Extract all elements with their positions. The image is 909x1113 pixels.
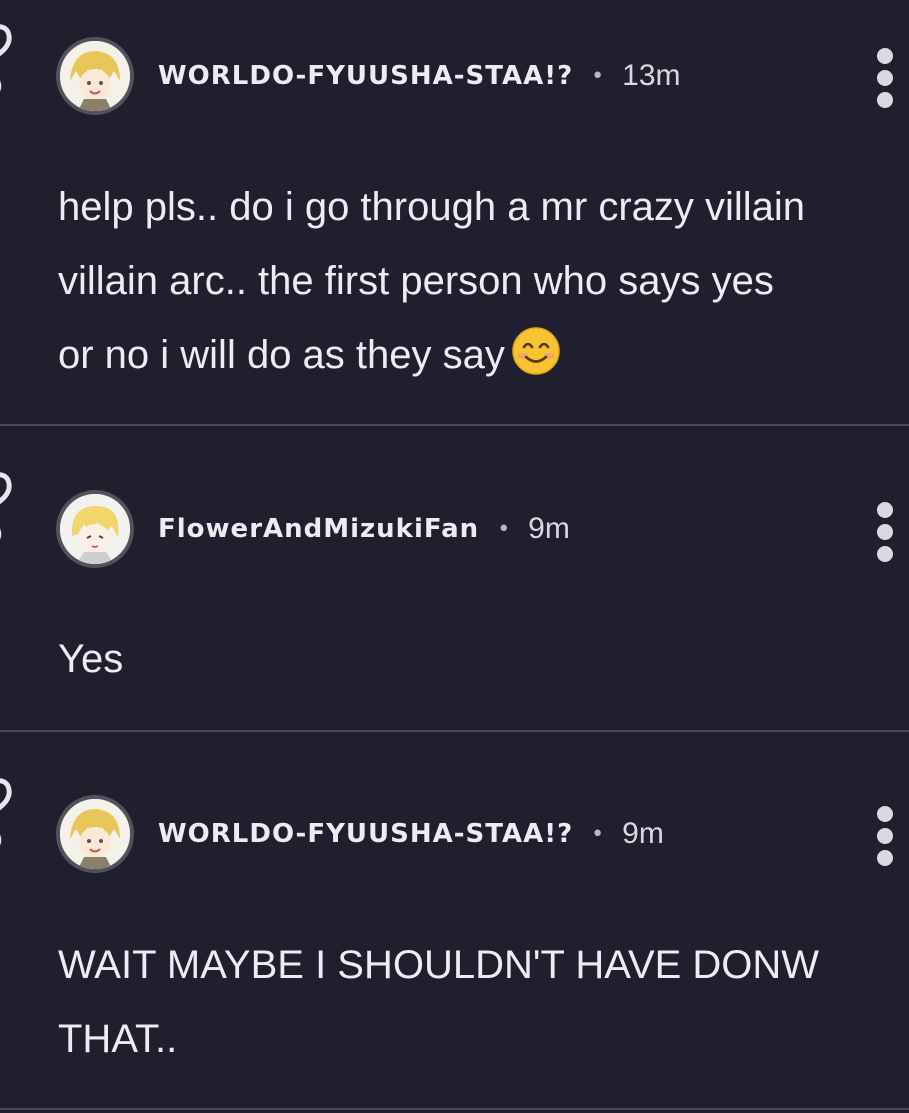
avatar[interactable] [56, 37, 134, 115]
comment-body: help pls.. do i go through a mr crazy vi… [58, 170, 908, 392]
comment-body: Yes [58, 622, 908, 696]
comment-feed: WORLDO-FYUUSHA-STAA!? • 13m help pls.. d… [0, 0, 909, 1113]
vote-arrow-icon[interactable] [0, 776, 20, 856]
timestamp: 9m [622, 817, 664, 850]
more-vertical-icon[interactable] [871, 502, 899, 562]
comment-text: help pls.. do i go through a mr crazy vi… [58, 185, 806, 377]
comment-text: Yes [58, 637, 124, 681]
vote-arrow-icon[interactable] [0, 470, 20, 550]
author-name[interactable]: WORLDO-FYUUSHA-STAA!? [158, 819, 573, 849]
divider [0, 1108, 909, 1110]
comment-post: WORLDO-FYUUSHA-STAA!? • 9m WAIT MAYBE I … [0, 732, 909, 1108]
separator-dot: • [591, 63, 605, 89]
more-vertical-icon[interactable] [871, 48, 899, 108]
comment-text: WAIT MAYBE I SHOULDN'T HAVE DONW THAT.. [58, 943, 820, 1061]
comment-header: FlowerAndMizukiFan • 9m [56, 487, 570, 571]
comment-post: FlowerAndMizukiFan • 9m Yes [0, 426, 909, 730]
vote-arrow-icon[interactable] [0, 22, 20, 102]
smiling-face-emoji-icon [512, 327, 560, 375]
timestamp: 9m [528, 512, 570, 545]
timestamp: 13m [622, 59, 681, 92]
separator-dot: • [497, 516, 511, 542]
more-vertical-icon[interactable] [871, 806, 899, 866]
author-name[interactable]: FlowerAndMizukiFan [158, 514, 479, 544]
comment-header: WORLDO-FYUUSHA-STAA!? • 13m [56, 34, 681, 118]
author-name[interactable]: WORLDO-FYUUSHA-STAA!? [158, 61, 573, 91]
avatar[interactable] [56, 490, 134, 568]
separator-dot: • [591, 821, 605, 847]
avatar[interactable] [56, 795, 134, 873]
comment-post: WORLDO-FYUUSHA-STAA!? • 13m help pls.. d… [0, 0, 909, 424]
comment-header: WORLDO-FYUUSHA-STAA!? • 9m [56, 792, 664, 876]
comment-body: WAIT MAYBE I SHOULDN'T HAVE DONW THAT.. [58, 928, 908, 1076]
